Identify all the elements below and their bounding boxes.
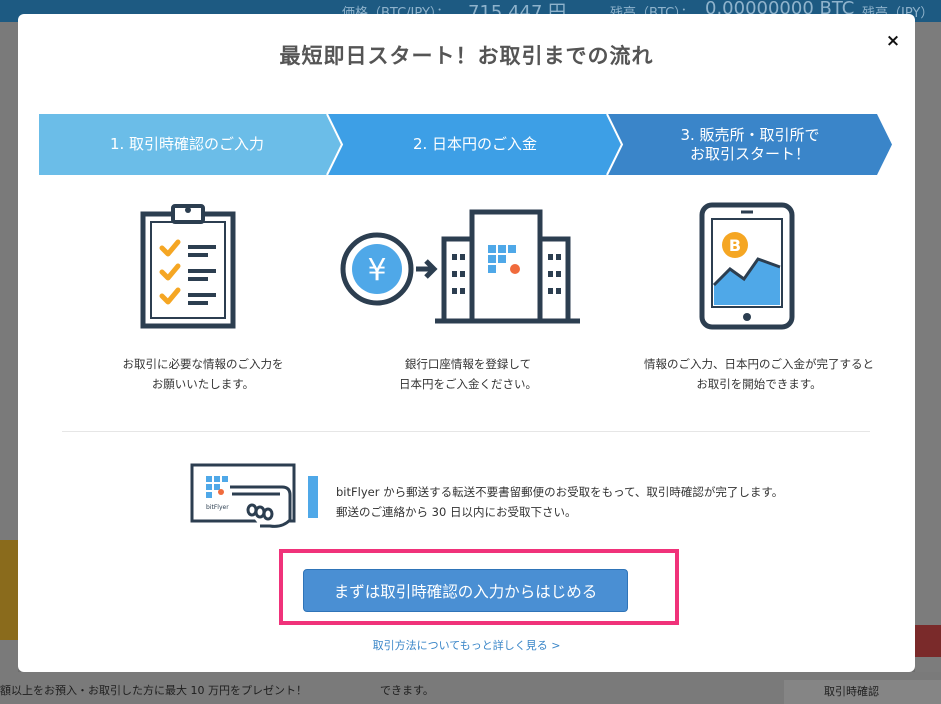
onboarding-modal: 最短即日スタート！お取引までの流れ × 1. 取引時確認のご入力 2. 日本円の…	[18, 14, 915, 672]
section-divider	[62, 431, 870, 432]
background-right-column	[915, 22, 941, 704]
more-details-link[interactable]: 取引方法についてもっと詳しく見る >	[18, 637, 915, 653]
step-3-description: 情報のご入力、日本円のご入金が完了すると お取引を開始できます。	[644, 357, 874, 391]
bg-mid-text: できます。	[380, 684, 434, 697]
yen-to-bank-icon: ¥	[340, 209, 580, 324]
close-button[interactable]: ×	[884, 32, 902, 50]
mail-confirmation-text: bitFlyer から郵送する転送不要書留郵便のお受取をもって、取引時確認が完了…	[336, 485, 784, 519]
background-bottom-area: 額以上をお預入・お取引した方に最大 10 万円をプレゼント！ できます。 取引時…	[0, 672, 941, 704]
step-3-label: 3. 販売所・取引所で お取引スタート！	[680, 125, 820, 163]
tablet-chart-icon: B	[699, 202, 795, 330]
background-banner	[0, 540, 18, 640]
clipboard-checklist-icon	[140, 204, 236, 329]
step-2-description: 銀行口座情報を登録して 日本円をご入金ください。	[399, 357, 537, 391]
bitcoin-symbol: B	[729, 236, 741, 255]
step-1-description: お取引に必要な情報のご入力を お願いいたします。	[122, 357, 284, 391]
modal-title: 最短即日スタート！お取引までの流れ	[279, 44, 654, 68]
start-verification-button[interactable]: まずは取引時確認の入力からはじめる	[303, 569, 628, 612]
background-red-button	[915, 625, 941, 657]
step-flow: 1. 取引時確認のご入力 2. 日本円のご入金 3. 販売所・取引所で お取引ス…	[39, 114, 895, 175]
step-1-label: 1. 取引時確認のご入力	[109, 135, 265, 153]
bg-promo-text: 額以上をお預入・お取引した方に最大 10 万円をプレゼント！	[0, 684, 307, 697]
yen-symbol: ¥	[367, 253, 386, 288]
step-2-label: 2. 日本円のご入金	[412, 135, 538, 153]
mail-card-icon: bitFlyer	[190, 463, 318, 528]
bg-verification-menu: 取引時確認	[784, 680, 941, 704]
card-brand-text: bitFlyer	[206, 504, 229, 511]
